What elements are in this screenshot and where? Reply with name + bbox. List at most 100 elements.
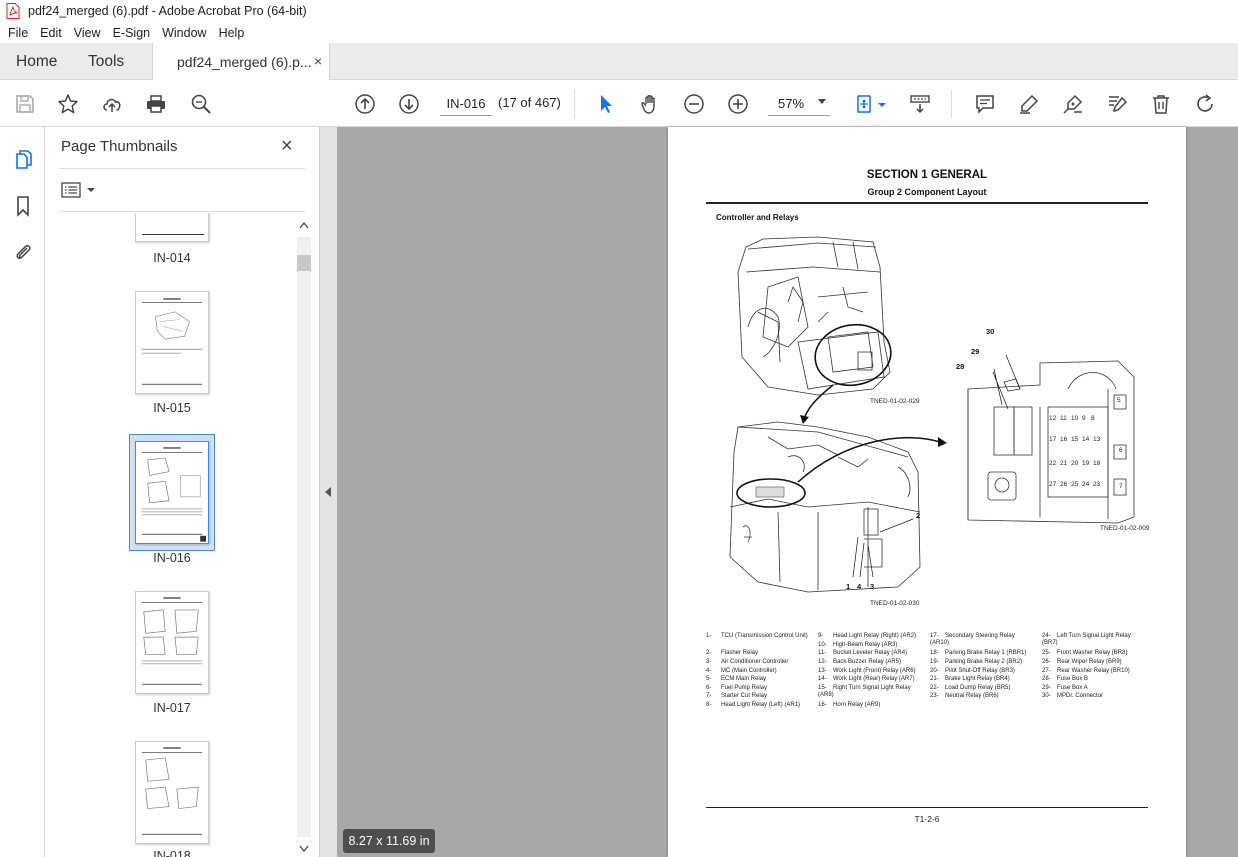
fuse-label: 25 xyxy=(1071,481,1079,488)
thumbnail-label: IN-014 xyxy=(153,251,191,265)
save-button[interactable] xyxy=(12,91,38,117)
zoom-search-icon xyxy=(191,94,211,114)
tab-document-label: pdf24_merged (6).p... xyxy=(177,54,312,70)
page-thumbnail[interactable] xyxy=(135,591,209,694)
legend-item: 12- Back Buzzer Relay (AR5) xyxy=(818,659,902,665)
page-thumbnail[interactable] xyxy=(135,741,209,844)
menu-window[interactable]: Window xyxy=(156,26,212,40)
bookmarks-button[interactable] xyxy=(10,193,36,219)
hand-tool-button[interactable] xyxy=(637,91,663,117)
tab-home[interactable]: Home xyxy=(16,53,57,71)
fuse-label: 26 xyxy=(1060,481,1068,488)
upload-button[interactable] xyxy=(99,91,125,117)
fuse-label: 24 xyxy=(1082,481,1090,488)
divider xyxy=(59,168,305,169)
legend-item: 13- Work Light (Front) Relay (AR6) xyxy=(818,668,916,674)
pdf-page: SECTION 1 GENERAL Group 2 Component Layo… xyxy=(668,127,1186,857)
legend-item: 3- Air Conditioner Controller xyxy=(706,659,789,665)
rotate-button[interactable] xyxy=(1192,91,1218,117)
tab-close-button[interactable]: × xyxy=(314,53,322,69)
menu-esign[interactable]: E-Sign xyxy=(107,26,157,40)
previous-page-button[interactable] xyxy=(352,91,378,117)
callout-number: 30 xyxy=(986,327,995,336)
fuse-label: 6 xyxy=(1119,447,1123,454)
delete-button[interactable] xyxy=(1148,91,1174,117)
sign-button[interactable] xyxy=(1060,91,1086,117)
next-page-button[interactable] xyxy=(396,91,422,117)
menu-file[interactable]: File xyxy=(2,26,34,40)
fuse-label: 14 xyxy=(1082,436,1090,443)
scrollbar-track[interactable] xyxy=(297,237,311,837)
scrollbar-thumb[interactable] xyxy=(297,255,311,271)
comment-button[interactable] xyxy=(972,91,998,117)
figure-code: TNED-01-02-009 xyxy=(1100,525,1150,532)
fit-page-button[interactable] xyxy=(852,91,878,117)
legend-item: 17- Secondary Steering Relay (AR10) xyxy=(930,633,1015,647)
legend-item: 4- MC (Main Controller) xyxy=(706,668,777,674)
fuse-label: 10 xyxy=(1071,415,1079,422)
fuse-label: 5 xyxy=(1117,397,1121,404)
legend-item: 7- Starter Cut Relay xyxy=(706,693,768,699)
tab-tools[interactable]: Tools xyxy=(88,53,124,71)
fuse-label: 23 xyxy=(1093,481,1101,488)
menu-help[interactable]: Help xyxy=(213,26,251,40)
thumbnail-preview xyxy=(141,447,207,542)
find-button[interactable] xyxy=(188,91,214,117)
chevron-down-icon xyxy=(878,103,886,107)
fountain-pen-icon xyxy=(1063,94,1083,114)
navigation-rail xyxy=(0,127,45,857)
highlight-button[interactable] xyxy=(1016,91,1042,117)
legend-item: 2- Flasher Relay xyxy=(706,650,759,656)
legend-item: 18- Parking Brake Relay 1 (RBR1) xyxy=(930,650,1027,656)
fuse-label: 9 xyxy=(1082,415,1086,422)
menu-edit[interactable]: Edit xyxy=(34,26,68,40)
legend-item: 16- Horn Relay (AR9) xyxy=(818,702,881,708)
rotate-clockwise-icon xyxy=(1197,94,1213,112)
zoom-level-select[interactable]: 57% xyxy=(768,91,830,116)
fuse-label: 13 xyxy=(1093,436,1101,443)
bookmark-star-button[interactable] xyxy=(55,91,81,117)
page-thumbnail[interactable] xyxy=(135,291,209,394)
toolbar-separator xyxy=(951,90,952,118)
save-icon xyxy=(16,95,34,113)
thumbnail-options-button[interactable] xyxy=(61,181,97,199)
edit-pdf-button[interactable] xyxy=(1104,91,1130,117)
page-thumbnail[interactable] xyxy=(135,213,209,242)
bookmark-icon xyxy=(17,196,29,217)
fit-page-dropdown[interactable] xyxy=(876,91,888,117)
tab-bar: Home Tools pdf24_merged (6).p... × xyxy=(0,43,1238,81)
close-panel-button[interactable]: × xyxy=(281,135,293,158)
document-viewport[interactable]: SECTION 1 GENERAL Group 2 Component Layo… xyxy=(337,127,1238,857)
thumbnail-scrollbar[interactable] xyxy=(296,219,312,855)
zoom-in-button[interactable] xyxy=(725,91,751,117)
legend-item: 9- Head Light Relay (Right) (AR2) xyxy=(818,633,917,639)
thumbnail-label: IN-017 xyxy=(153,701,191,715)
trash-icon xyxy=(1153,95,1169,114)
callout-number: 1 xyxy=(846,582,851,591)
fuse-label: 21 xyxy=(1060,460,1068,467)
component-layout-illustration xyxy=(729,236,1135,593)
tab-document[interactable]: pdf24_merged (6).p... × xyxy=(152,43,330,81)
menu-view[interactable]: View xyxy=(68,26,107,40)
zoom-out-button[interactable] xyxy=(681,91,707,117)
fuse-label: 16 xyxy=(1060,436,1068,443)
collapse-panel-handle[interactable] xyxy=(319,127,337,857)
scroll-up-arrow-icon[interactable] xyxy=(299,221,309,229)
legend-item: 25- Front Washer Relay (BR8) xyxy=(1042,650,1128,656)
legend-item: 27- Rear Washer Relay (BR10) xyxy=(1042,668,1130,674)
fuse-label: 7 xyxy=(1119,483,1123,490)
page-number-input[interactable]: IN-016 xyxy=(440,91,492,116)
attachments-button[interactable] xyxy=(10,239,36,265)
select-tool-button[interactable] xyxy=(593,91,619,117)
scroll-down-arrow-icon[interactable] xyxy=(299,845,309,853)
keyboard-scroll-icon xyxy=(910,95,930,114)
page-thumbnail-selected[interactable] xyxy=(135,441,209,544)
figure-code: TNED-01-02-030 xyxy=(870,600,920,607)
print-button[interactable] xyxy=(143,91,169,117)
page-thumbnails-button[interactable] xyxy=(10,147,36,173)
toolbar: IN-016 (17 of 467) 57% xyxy=(0,80,1238,127)
chevron-down-icon xyxy=(87,188,95,192)
fuse-label: 19 xyxy=(1082,460,1090,467)
legend-item: 21- Brake Light Relay (BR4) xyxy=(930,676,1010,682)
scroll-mode-button[interactable] xyxy=(907,91,933,117)
